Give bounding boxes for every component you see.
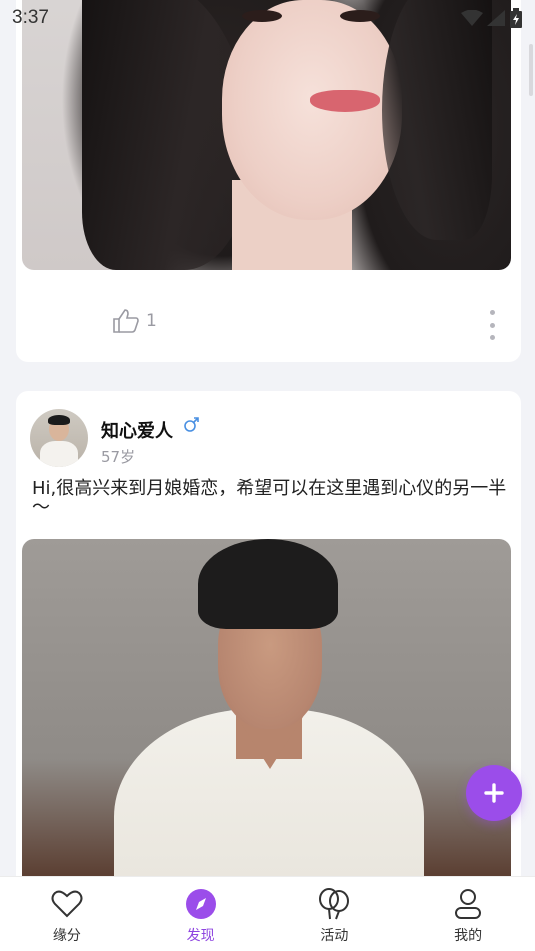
user-name[interactable]: 知心爱人 — [101, 417, 173, 443]
more-dot-icon — [489, 322, 495, 328]
balloons-icon — [316, 887, 352, 921]
more-dot-icon — [489, 335, 495, 340]
more-dot-icon — [489, 310, 495, 315]
post-photo[interactable] — [22, 0, 511, 270]
male-icon — [184, 417, 199, 432]
user-icon — [450, 887, 486, 921]
thumbs-up-icon — [113, 309, 139, 333]
nav-item-activity[interactable]: 活动 — [268, 877, 402, 951]
avatar[interactable] — [30, 409, 88, 467]
nav-label: 活动 — [320, 928, 349, 944]
nav-label: 缘分 — [52, 928, 81, 944]
feed-post-card: 知心爱人 57岁 Hi,很高兴来到月娘婚恋，希望可以在这里遇到心仪的另一半～ — [16, 391, 521, 951]
like-button[interactable]: 1 — [112, 308, 157, 334]
user-age: 57岁 — [101, 448, 136, 466]
bottom-nav: 缘分 发现 活动 我的 — [0, 876, 535, 951]
nav-label: 我的 — [454, 928, 483, 944]
create-post-button[interactable] — [466, 765, 522, 821]
like-count: 1 — [146, 311, 157, 331]
nav-label: 发现 — [186, 928, 215, 944]
compass-icon — [183, 887, 219, 921]
scroll-indicator[interactable] — [529, 44, 533, 96]
nav-item-mine[interactable]: 我的 — [401, 877, 535, 951]
post-text: Hi,很高兴来到月娘婚恋，希望可以在这里遇到心仪的另一半～ — [32, 478, 507, 518]
heart-icon — [49, 887, 85, 921]
post-actions: 1 — [16, 302, 521, 342]
feed-post-card: 1 — [16, 0, 521, 362]
nav-item-discover[interactable]: 发现 — [134, 877, 268, 951]
more-options-button[interactable] — [487, 310, 497, 340]
plus-icon — [484, 783, 504, 803]
nav-item-yuanfen[interactable]: 缘分 — [0, 877, 134, 951]
